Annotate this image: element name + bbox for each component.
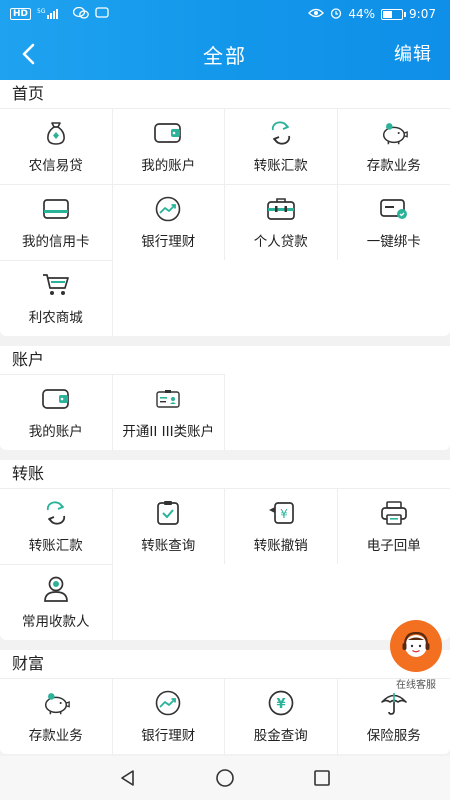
app-header: HD 5G 44% 9:07 全部 编辑 bbox=[0, 0, 450, 80]
menu-content: 首页 农信易贷 我的账户 转账汇款 存款业务 我的信用卡 银行理财 个人贷款 一键绑卡 利农商城账… bbox=[0, 80, 450, 764]
menu-item-label: 存款业务 bbox=[28, 727, 83, 744]
wechat-icon bbox=[72, 6, 89, 22]
menu-grid: 存款业务 银行理财 ¥ 股金查询 保险服务 bbox=[0, 678, 450, 754]
page-title: 全部 bbox=[203, 43, 247, 68]
id-card-icon bbox=[153, 386, 183, 412]
umbrella-icon bbox=[379, 690, 409, 716]
menu-item[interactable]: 农信易贷 bbox=[0, 108, 113, 184]
finance-chart-icon bbox=[153, 690, 183, 716]
money-bag-icon bbox=[41, 120, 71, 146]
menu-item[interactable]: 利农商城 bbox=[0, 260, 113, 336]
home-circle-icon[interactable] bbox=[210, 763, 240, 793]
edit-button[interactable]: 编辑 bbox=[394, 40, 432, 66]
menu-item-label: 我的账户 bbox=[28, 423, 83, 440]
menu-item[interactable]: 一键绑卡 bbox=[337, 184, 450, 260]
menu-item-label: 转账查询 bbox=[141, 537, 196, 554]
transfer-icon bbox=[41, 500, 71, 526]
chevron-left-icon bbox=[22, 43, 35, 65]
section-0: 首页农信易贷 我的账户 转账汇款 存款业务我的信用卡 银行理财 个人贷款 一键绑卡利农商城 bbox=[0, 80, 450, 336]
clipboard-check-icon bbox=[153, 500, 183, 526]
shopping-cart-icon bbox=[41, 272, 71, 298]
svg-text:¥: ¥ bbox=[280, 507, 288, 521]
yuan-coin-icon: ¥ bbox=[266, 690, 296, 716]
battery-icon bbox=[381, 8, 407, 20]
battery-percent: 44% bbox=[348, 7, 376, 21]
navigation-bar: 全部 编辑 bbox=[0, 28, 450, 80]
menu-item[interactable]: 开通II III类账户 bbox=[112, 374, 225, 450]
piggy-bank-icon bbox=[41, 690, 71, 716]
section-title: 财富 bbox=[12, 654, 45, 673]
menu-grid: 我的账户 开通II III类账户 bbox=[0, 374, 450, 450]
back-button[interactable] bbox=[10, 36, 46, 72]
menu-item-label: 存款业务 bbox=[366, 157, 421, 174]
menu-item-label: 开通II III类账户 bbox=[122, 423, 215, 440]
menu-item[interactable]: 银行理财 bbox=[112, 678, 225, 754]
online-service-button[interactable]: 在线客服 bbox=[386, 620, 446, 691]
customer-service-icon bbox=[390, 620, 442, 672]
menu-item[interactable]: 转账查询 bbox=[112, 488, 225, 564]
section-1: 账户我的账户 开通II III类账户 bbox=[0, 346, 450, 450]
network-type: HD bbox=[10, 8, 32, 20]
transfer-icon bbox=[266, 120, 296, 146]
section-2: 转账转账汇款 转账查询 ¥ 转账撤销 电子回单常用收款人 bbox=[0, 460, 450, 640]
menu-item[interactable]: 常用收款人 bbox=[0, 564, 113, 640]
menu-item-label: 转账汇款 bbox=[253, 157, 308, 174]
menu-grid: 转账汇款 转账查询 ¥ 转账撤销 电子回单常用收款人 bbox=[0, 488, 450, 640]
section-title: 转账 bbox=[12, 464, 45, 483]
menu-item-label: 利农商城 bbox=[28, 309, 83, 326]
wallet-icon bbox=[41, 386, 71, 412]
menu-item[interactable]: 个人贷款 bbox=[225, 184, 338, 260]
menu-item-label: 股金查询 bbox=[253, 727, 308, 744]
menu-item[interactable]: 转账汇款 bbox=[225, 108, 338, 184]
payee-icon bbox=[41, 576, 71, 602]
menu-item-label: 我的信用卡 bbox=[22, 233, 90, 250]
menu-item-label: 转账撤销 bbox=[253, 537, 308, 554]
system-navigation-bar bbox=[0, 756, 450, 800]
section-title: 首页 bbox=[12, 84, 45, 103]
status-bar: HD 5G 44% 9:07 bbox=[0, 0, 450, 28]
menu-item[interactable]: ¥ 转账撤销 bbox=[225, 488, 338, 564]
online-service-label: 在线客服 bbox=[396, 680, 436, 691]
alarm-icon bbox=[330, 7, 342, 22]
menu-item-label: 常用收款人 bbox=[22, 613, 90, 630]
menu-item[interactable]: ¥ 股金查询 bbox=[225, 678, 338, 754]
menu-item-label: 保险服务 bbox=[366, 727, 421, 744]
menu-item-label: 农信易贷 bbox=[28, 157, 83, 174]
recent-apps-icon[interactable] bbox=[307, 763, 337, 793]
signal-icon: 5G bbox=[37, 7, 67, 22]
menu-item[interactable]: 我的账户 bbox=[112, 108, 225, 184]
menu-item-label: 银行理财 bbox=[141, 233, 196, 250]
menu-item[interactable]: 存款业务 bbox=[0, 678, 113, 754]
menu-item-label: 个人贷款 bbox=[253, 233, 308, 250]
undo-yuan-icon: ¥ bbox=[266, 500, 296, 526]
menu-item[interactable]: 存款业务 bbox=[337, 108, 450, 184]
menu-item-label: 一键绑卡 bbox=[366, 233, 421, 250]
printer-icon bbox=[379, 500, 409, 526]
menu-item-label: 银行理财 bbox=[141, 727, 196, 744]
signal-label: 5G bbox=[37, 8, 46, 15]
section-title: 账户 bbox=[12, 350, 45, 369]
menu-item[interactable]: 电子回单 bbox=[337, 488, 450, 564]
wallet-icon bbox=[153, 120, 183, 146]
menu-item[interactable]: 转账汇款 bbox=[0, 488, 113, 564]
menu-item-label: 电子回单 bbox=[366, 537, 421, 554]
message-icon bbox=[95, 6, 109, 22]
briefcase-icon bbox=[266, 196, 296, 222]
section-3: 财富存款业务 银行理财 ¥ 股金查询 保险服务 bbox=[0, 650, 450, 754]
piggy-bank-icon bbox=[379, 120, 409, 146]
bind-card-icon bbox=[379, 196, 409, 222]
menu-item-label: 我的账户 bbox=[141, 157, 196, 174]
menu-item[interactable]: 银行理财 bbox=[112, 184, 225, 260]
menu-item-label: 转账汇款 bbox=[28, 537, 83, 554]
credit-card-icon bbox=[41, 196, 71, 222]
menu-item[interactable]: 我的账户 bbox=[0, 374, 113, 450]
back-triangle-icon[interactable] bbox=[113, 763, 143, 793]
eye-icon bbox=[308, 7, 325, 21]
finance-chart-icon bbox=[153, 196, 183, 222]
menu-item[interactable]: 我的信用卡 bbox=[0, 184, 113, 260]
status-time: 9:07 bbox=[409, 7, 436, 21]
menu-grid: 农信易贷 我的账户 转账汇款 存款业务我的信用卡 银行理财 个人贷款 一键绑卡利农商城 bbox=[0, 108, 450, 336]
svg-text:¥: ¥ bbox=[276, 697, 285, 712]
